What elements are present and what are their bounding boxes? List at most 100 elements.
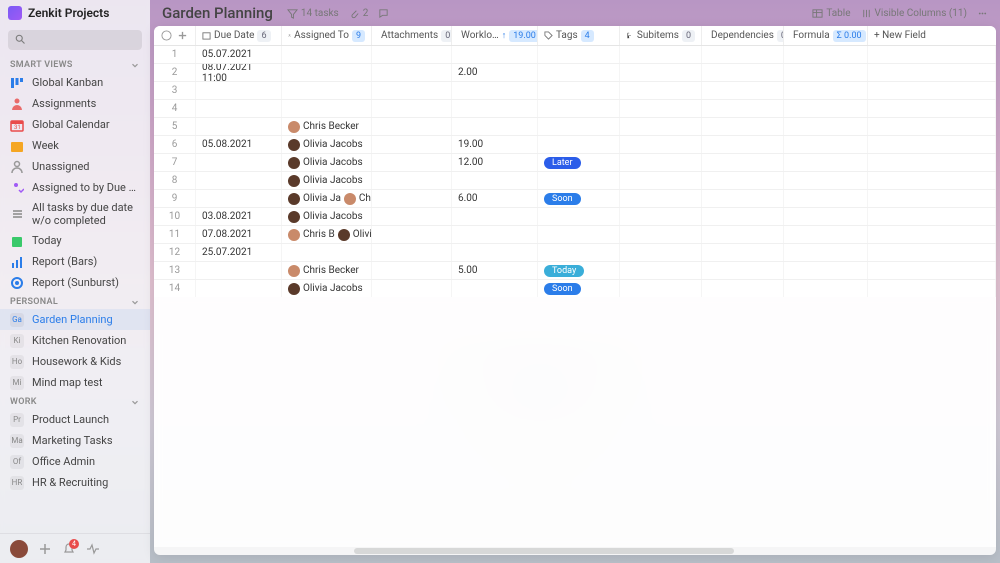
- notifications-icon[interactable]: 4: [62, 542, 76, 556]
- cell-subitems[interactable]: [620, 226, 702, 243]
- cell-due-date[interactable]: [196, 118, 282, 135]
- cell-assigned-to[interactable]: Olivia Jacobs: [282, 208, 372, 225]
- cell-subitems[interactable]: [620, 172, 702, 189]
- cell-dependencies[interactable]: [702, 172, 784, 189]
- table-row[interactable]: 5Chris Becker: [154, 118, 996, 136]
- cell-workload[interactable]: [452, 280, 538, 297]
- cell-assigned-to[interactable]: [282, 64, 372, 81]
- cell-assigned-to[interactable]: Olivia JaChris B: [282, 190, 372, 207]
- table-row[interactable]: 1107.08.2021Chris BOlivia Ja: [154, 226, 996, 244]
- horizontal-scrollbar[interactable]: [154, 547, 996, 555]
- cell-dependencies[interactable]: [702, 208, 784, 225]
- cell-attachments[interactable]: [372, 136, 452, 153]
- cell-assigned-to[interactable]: [282, 100, 372, 117]
- cell-dependencies[interactable]: [702, 154, 784, 171]
- cell-workload[interactable]: [452, 226, 538, 243]
- cell-due-date[interactable]: [196, 280, 282, 297]
- cell-attachments[interactable]: [372, 226, 452, 243]
- sidebar-item-project[interactable]: MiMind map test: [0, 372, 150, 393]
- cell-attachments[interactable]: [372, 190, 452, 207]
- cell-subitems[interactable]: [620, 46, 702, 63]
- cell-due-date[interactable]: [196, 190, 282, 207]
- sidebar-item-smartview[interactable]: Unassigned: [0, 156, 150, 177]
- cell-due-date[interactable]: 07.08.2021: [196, 226, 282, 243]
- cell-tags[interactable]: Today: [538, 262, 620, 279]
- cell-tags[interactable]: [538, 172, 620, 189]
- cell-attachments[interactable]: [372, 46, 452, 63]
- cell-dependencies[interactable]: [702, 280, 784, 297]
- cell-workload[interactable]: [452, 100, 538, 117]
- cell-workload[interactable]: [452, 118, 538, 135]
- cell-tags[interactable]: Soon: [538, 280, 620, 297]
- sidebar-item-smartview[interactable]: All tasks by due date w/o completed: [0, 198, 150, 230]
- sidebar-item-smartview[interactable]: Today: [0, 230, 150, 251]
- add-icon[interactable]: [38, 542, 52, 556]
- section-personal[interactable]: PERSONAL: [0, 293, 150, 309]
- cell-assigned-to[interactable]: Chris Becker: [282, 262, 372, 279]
- table-row[interactable]: 4: [154, 100, 996, 118]
- table-row[interactable]: 14Olivia JacobsSoon: [154, 280, 996, 297]
- cell-due-date[interactable]: 08.07.2021 11:00: [196, 64, 282, 81]
- cell-tags[interactable]: [538, 100, 620, 117]
- cell-attachments[interactable]: [372, 64, 452, 81]
- cell-formula[interactable]: [784, 100, 868, 117]
- cell-subitems[interactable]: [620, 280, 702, 297]
- cell-tags[interactable]: Soon: [538, 190, 620, 207]
- cell-workload[interactable]: [452, 244, 538, 261]
- cell-formula[interactable]: [784, 46, 868, 63]
- sidebar-item-smartview[interactable]: Report (Sunburst): [0, 272, 150, 293]
- attach-stat[interactable]: 2: [349, 8, 369, 19]
- cell-workload[interactable]: [452, 172, 538, 189]
- cell-due-date[interactable]: 05.07.2021: [196, 46, 282, 63]
- cell-attachments[interactable]: [372, 262, 452, 279]
- table-row[interactable]: 9Olivia JaChris B6.00Soon: [154, 190, 996, 208]
- cell-formula[interactable]: [784, 226, 868, 243]
- cell-tags[interactable]: [538, 244, 620, 261]
- cell-tags[interactable]: [538, 64, 620, 81]
- cell-dependencies[interactable]: [702, 64, 784, 81]
- cell-dependencies[interactable]: [702, 226, 784, 243]
- section-work[interactable]: WORK: [0, 393, 150, 409]
- table-row[interactable]: 3: [154, 82, 996, 100]
- sidebar-item-project[interactable]: HRHR & Recruiting: [0, 472, 150, 493]
- cell-formula[interactable]: [784, 190, 868, 207]
- activity-icon[interactable]: [86, 542, 100, 556]
- table-row[interactable]: 8Olivia Jacobs: [154, 172, 996, 190]
- cell-assigned-to[interactable]: Chris Becker: [282, 118, 372, 135]
- cell-dependencies[interactable]: [702, 190, 784, 207]
- cell-due-date[interactable]: [196, 100, 282, 117]
- cell-dependencies[interactable]: [702, 244, 784, 261]
- search-input[interactable]: [8, 30, 142, 50]
- cell-dependencies[interactable]: [702, 82, 784, 99]
- sidebar-item-smartview[interactable]: Week: [0, 135, 150, 156]
- sidebar-item-smartview[interactable]: Report (Bars): [0, 251, 150, 272]
- table-row[interactable]: 605.08.2021Olivia Jacobs19.00: [154, 136, 996, 154]
- new-field-button[interactable]: + New Field: [868, 26, 996, 45]
- cell-subitems[interactable]: [620, 100, 702, 117]
- cell-subitems[interactable]: [620, 190, 702, 207]
- cell-due-date[interactable]: [196, 172, 282, 189]
- cell-formula[interactable]: [784, 136, 868, 153]
- cell-workload[interactable]: [452, 82, 538, 99]
- cell-attachments[interactable]: [372, 100, 452, 117]
- cell-assigned-to[interactable]: Olivia Jacobs: [282, 136, 372, 153]
- column-subitems[interactable]: Subitems 0: [620, 26, 702, 45]
- table-row[interactable]: 1003.08.2021Olivia Jacobs: [154, 208, 996, 226]
- cell-subitems[interactable]: [620, 244, 702, 261]
- sidebar-item-project[interactable]: PrProduct Launch: [0, 409, 150, 430]
- cell-due-date[interactable]: [196, 154, 282, 171]
- cell-workload[interactable]: 5.00: [452, 262, 538, 279]
- cell-attachments[interactable]: [372, 280, 452, 297]
- cell-workload[interactable]: 12.00: [452, 154, 538, 171]
- sidebar-item-project[interactable]: HoHousework & Kids: [0, 351, 150, 372]
- cell-subitems[interactable]: [620, 82, 702, 99]
- sidebar-item-smartview[interactable]: Assigned to by Due Date: [0, 177, 150, 198]
- cell-assigned-to[interactable]: [282, 46, 372, 63]
- cell-workload[interactable]: [452, 208, 538, 225]
- cell-dependencies[interactable]: [702, 136, 784, 153]
- column-formula[interactable]: ƒ Formula Σ 0.00: [784, 26, 868, 45]
- column-assigned-to[interactable]: Assigned To 9: [282, 26, 372, 45]
- cell-dependencies[interactable]: [702, 118, 784, 135]
- cell-tags[interactable]: [538, 46, 620, 63]
- table-row[interactable]: 7Olivia Jacobs12.00Later: [154, 154, 996, 172]
